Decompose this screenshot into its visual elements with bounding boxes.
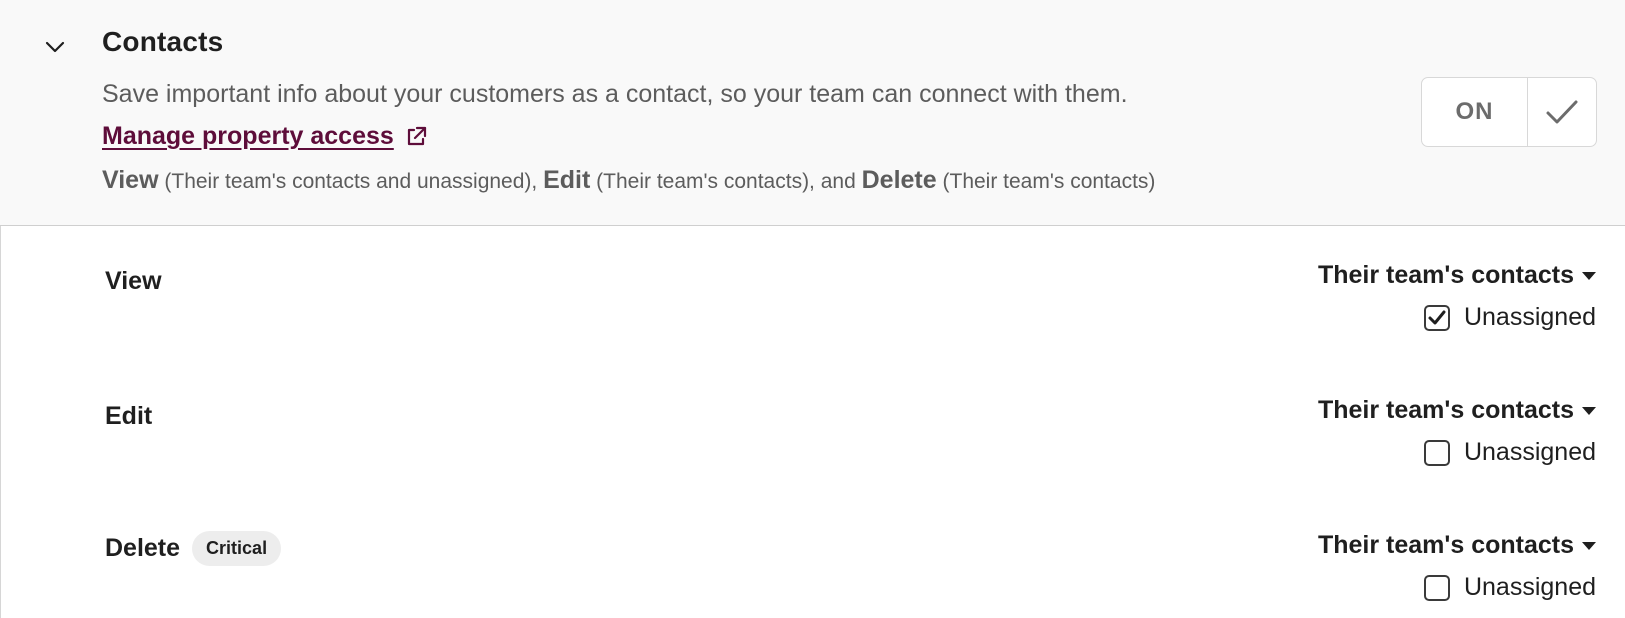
scope-value: Their team's contacts [1317, 531, 1574, 559]
unassigned-label: Unassigned [1463, 438, 1596, 466]
summary-delete-label: Delete [861, 166, 937, 194]
contacts-toggle[interactable]: ON [1421, 77, 1597, 147]
view-unassigned-checkbox[interactable]: Unassigned [1423, 303, 1596, 332]
external-link-icon [404, 125, 428, 149]
summary-edit-label: Edit [543, 166, 591, 194]
manage-property-access-link[interactable]: Manage property access [102, 122, 428, 151]
unassigned-label: Unassigned [1463, 303, 1596, 331]
scope-value: Their team's contacts [1317, 261, 1574, 289]
section-header: Contacts Save important info about your … [0, 0, 1625, 225]
summary-view-label: View [102, 166, 159, 194]
summary-delete-detail: (Their team's contacts) [942, 170, 1156, 193]
chevron-down-icon[interactable] [40, 32, 70, 62]
checkbox-unchecked-icon [1423, 574, 1450, 601]
manage-link-label: Manage property access [102, 122, 394, 150]
permission-label-text: View [105, 267, 162, 295]
permission-row-delete: Delete Critical Their team's contacts Un… [0, 495, 1625, 618]
critical-badge: Critical [192, 531, 282, 566]
permission-label: View [105, 267, 162, 296]
caret-down-icon [1582, 541, 1596, 550]
unassigned-label: Unassigned [1463, 573, 1596, 601]
permission-label-text: Delete [105, 534, 181, 562]
view-scope-dropdown[interactable]: Their team's contacts [1318, 261, 1596, 290]
permission-row-edit: Edit Their team's contacts Unassigned [0, 360, 1625, 495]
section-description: Save important info about your customers… [102, 80, 1128, 108]
permission-summary: View (Their team's contacts and unassign… [102, 166, 1155, 195]
checkbox-checked-icon [1423, 304, 1450, 331]
checkmark-icon [1528, 78, 1596, 146]
scope-value: Their team's contacts [1317, 396, 1574, 424]
section-title: Contacts [102, 26, 224, 57]
permission-label: Delete Critical [105, 531, 282, 566]
delete-unassigned-checkbox[interactable]: Unassigned [1423, 573, 1596, 602]
caret-down-icon [1582, 271, 1596, 280]
edit-scope-dropdown[interactable]: Their team's contacts [1318, 396, 1596, 425]
toggle-state-label: ON [1422, 78, 1528, 146]
delete-scope-dropdown[interactable]: Their team's contacts [1318, 531, 1596, 560]
caret-down-icon [1582, 406, 1596, 415]
summary-view-detail: (Their team's contacts and unassigned), [164, 170, 538, 193]
summary-edit-detail: (Their team's contacts), and [596, 170, 856, 193]
permission-label-text: Edit [105, 402, 153, 430]
permission-label: Edit [105, 402, 152, 431]
permission-row-view: View Their team's contacts Unassigned [0, 225, 1625, 360]
checkbox-unchecked-icon [1423, 439, 1450, 466]
edit-unassigned-checkbox[interactable]: Unassigned [1423, 438, 1596, 467]
